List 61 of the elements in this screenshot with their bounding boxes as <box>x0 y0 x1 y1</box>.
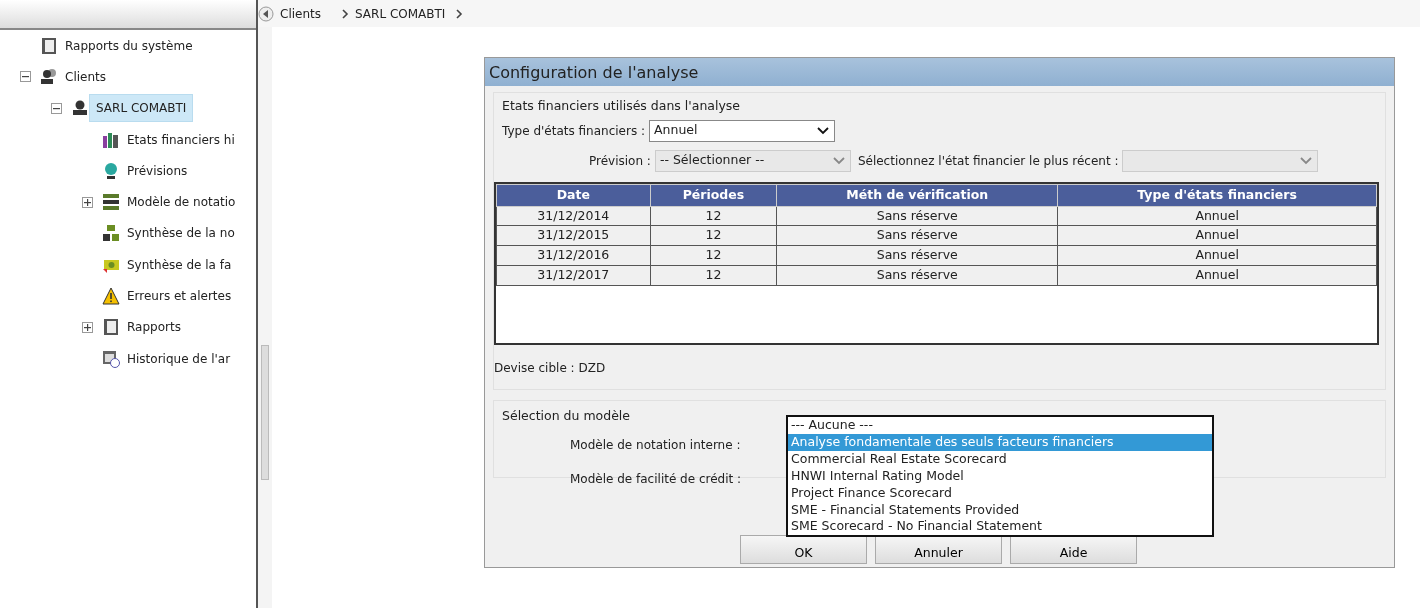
tree-item[interactable]: Rapports <box>120 313 188 342</box>
people-icon <box>40 67 58 86</box>
table-cell: 31/12/2014 <box>496 206 651 226</box>
column-header: Date <box>496 184 651 206</box>
globe-icon <box>102 161 120 180</box>
dialog-button[interactable]: Annuler <box>875 535 1002 564</box>
chevron-icon <box>455 8 464 19</box>
tree-item[interactable]: Prévisions <box>120 156 195 185</box>
caret-icon <box>1299 155 1314 166</box>
tree-item[interactable]: Synthèse de la fa <box>120 250 239 279</box>
book-icon <box>40 36 58 55</box>
tree-item[interactable]: Modèle de notatio <box>120 188 243 217</box>
stack-icon <box>102 193 120 212</box>
caret-icon <box>831 155 846 166</box>
table-cell: 31/12/2016 <box>496 245 651 266</box>
field-label: Modèle de notation interne : <box>570 436 741 454</box>
currency-text: Devise cible : DZD <box>494 359 606 377</box>
dropdown-field[interactable]: Annuel <box>649 119 835 142</box>
expand-icon[interactable] <box>82 321 93 333</box>
dropdown-option[interactable]: SME - Financial Statements Provided <box>788 501 1212 519</box>
tree-item[interactable]: Clients <box>58 62 113 91</box>
expand-icon[interactable] <box>82 196 93 208</box>
dropdown-option[interactable]: --- Aucune --- <box>788 417 1212 434</box>
tree-item[interactable]: Synthèse de la no <box>120 219 242 248</box>
field-label: Modèle de facilité de crédit : <box>570 470 742 488</box>
column-header: Type d'états financiers <box>1057 184 1377 206</box>
dropdown-option[interactable]: Project Finance Scorecard <box>788 484 1212 502</box>
column-header: Méth de vérification <box>776 184 1058 206</box>
dropdown-option[interactable]: Commercial Real Estate Scorecard <box>788 450 1212 468</box>
collapse-icon[interactable] <box>20 71 31 83</box>
warning-icon <box>102 287 120 305</box>
dialog-button[interactable]: OK <box>740 535 867 564</box>
dialog-title: Configuration de l'analyse <box>485 58 1394 86</box>
tree-item[interactable]: SARL COMABTI <box>89 94 194 123</box>
table-cell: 31/12/2017 <box>496 265 651 285</box>
column-header: Périodes <box>650 184 777 206</box>
tree-item[interactable]: Etats financiers hi <box>120 125 242 154</box>
splitter-handle[interactable] <box>261 345 269 480</box>
person-icon <box>71 99 89 118</box>
breadcrumb-link[interactable]: SARL COMABTI <box>355 4 446 23</box>
book-icon <box>102 318 120 337</box>
caret-icon <box>816 125 830 136</box>
dialog-button[interactable]: Aide <box>1010 535 1137 564</box>
dropdown-option[interactable]: SME Scorecard - No Financial Statement <box>788 518 1212 536</box>
field-label: Sélectionnez l'état financier le plus récent : <box>857 152 1119 170</box>
collapse-icon[interactable] <box>51 102 62 114</box>
chevron-icon <box>341 8 349 19</box>
books-icon <box>102 130 120 149</box>
section-legend: Etats financiers utilisés dans l'analyse <box>502 97 1377 116</box>
tree-item[interactable]: Historique de l'ar <box>120 344 238 373</box>
breadcrumb-link[interactable]: Clients <box>280 4 321 23</box>
table-cell: 31/12/2015 <box>496 225 651 246</box>
field-label: Prévision : <box>589 152 651 170</box>
calendar-clock-icon <box>102 349 120 368</box>
section-legend: Sélection du modèle <box>502 407 631 426</box>
tree-item[interactable]: Rapports du système <box>58 31 200 60</box>
hierarchy-icon <box>102 224 120 243</box>
field-label: Type d'états financiers : <box>502 122 645 140</box>
back-icon[interactable] <box>258 5 274 22</box>
dropdown-option[interactable]: HNWI Internal Rating Model <box>788 467 1212 485</box>
tree-item[interactable]: Erreurs et alertes <box>120 282 239 310</box>
